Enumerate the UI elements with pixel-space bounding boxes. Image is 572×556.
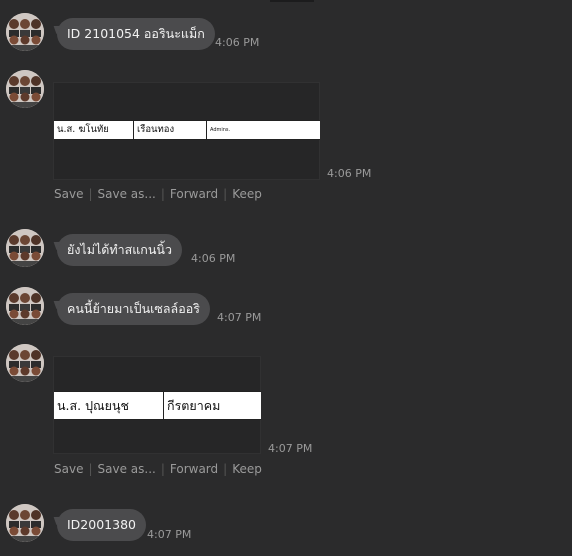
avatar-photo xyxy=(6,13,44,51)
save-link[interactable]: Save xyxy=(54,462,83,476)
avatar[interactable] xyxy=(6,70,44,108)
separator: | xyxy=(223,462,228,476)
separator: | xyxy=(160,462,165,476)
chat-thread: ID 2101054 ออรินะแม็ก 4:06 PM น.ส. ฆโนทั… xyxy=(0,0,572,556)
table-cell: กีรตยาคม xyxy=(167,398,221,413)
avatar-photo xyxy=(6,229,44,267)
avatar[interactable] xyxy=(6,344,44,382)
message-bubble[interactable]: ID2001380 xyxy=(57,509,146,541)
message-timestamp: 4:06 PM xyxy=(191,252,236,265)
avatar[interactable] xyxy=(6,504,44,542)
message-timestamp: 4:07 PM xyxy=(268,442,313,455)
scroll-edge xyxy=(270,0,314,2)
separator: | xyxy=(223,187,228,201)
avatar-photo xyxy=(6,287,44,325)
separator: | xyxy=(88,187,93,201)
message-timestamp: 4:06 PM xyxy=(327,167,372,180)
image-attachment[interactable]: น.ส. ปุณยนุช กีรตยาคม xyxy=(53,356,261,454)
message-timestamp: 4:06 PM xyxy=(215,36,260,49)
spreadsheet-snippet: น.ส. ปุณยนุช กีรตยาคม xyxy=(54,391,261,420)
image-attachment[interactable]: น.ส. ฆโนทัย เรือนทอง Admins. xyxy=(53,82,320,180)
table-cell: น.ส. ปุณยนุช xyxy=(54,392,164,419)
message-bubble[interactable]: ID 2101054 ออรินะแม็ก xyxy=(57,18,215,50)
forward-link[interactable]: Forward xyxy=(170,462,218,476)
message-bubble[interactable]: คนนี้ย้ายมาเป็นเซลล์ออริ xyxy=(57,293,210,325)
save-link[interactable]: Save xyxy=(54,187,83,201)
table-cell: น.ส. ฆโนทัย xyxy=(54,121,134,139)
separator: | xyxy=(88,462,93,476)
table-cell: Admins. xyxy=(210,127,231,133)
message-bubble[interactable]: ยังไม่ได้ทำสแกนนิ้ว xyxy=(57,234,182,266)
message-timestamp: 4:07 PM xyxy=(217,311,262,324)
spreadsheet-snippet: น.ส. ฆโนทัย เรือนทอง Admins. xyxy=(54,120,320,140)
save-as-link[interactable]: Save as... xyxy=(98,187,156,201)
message-timestamp: 4:07 PM xyxy=(147,528,192,541)
keep-link[interactable]: Keep xyxy=(232,462,262,476)
attachment-actions: Save | Save as... | Forward | Keep xyxy=(54,187,262,201)
forward-link[interactable]: Forward xyxy=(170,187,218,201)
attachment-actions: Save | Save as... | Forward | Keep xyxy=(54,462,262,476)
avatar[interactable] xyxy=(6,287,44,325)
separator: | xyxy=(160,187,165,201)
avatar-photo xyxy=(6,344,44,382)
save-as-link[interactable]: Save as... xyxy=(98,462,156,476)
avatar-photo xyxy=(6,504,44,542)
avatar-photo xyxy=(6,70,44,108)
keep-link[interactable]: Keep xyxy=(232,187,262,201)
avatar[interactable] xyxy=(6,229,44,267)
table-cell: เรือนทอง xyxy=(134,121,207,139)
avatar[interactable] xyxy=(6,13,44,51)
